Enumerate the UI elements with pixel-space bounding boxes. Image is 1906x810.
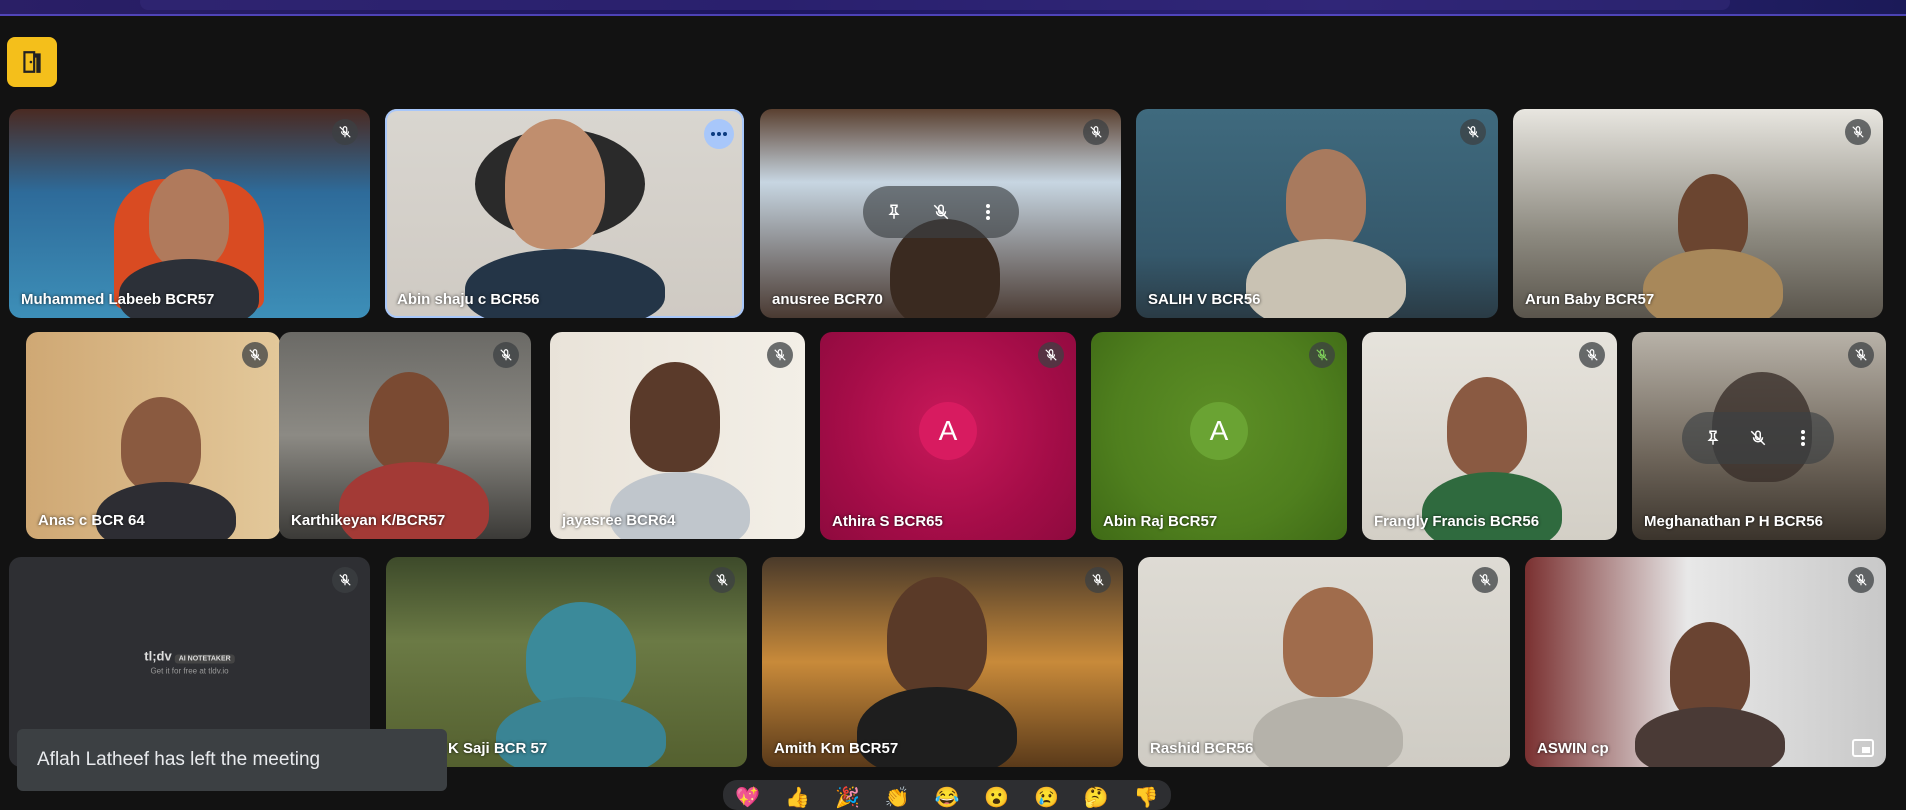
participant-name: Arun Baby BCR57 [1525,291,1655,308]
participant-name: Meghanathan P H BCR56 [1644,513,1823,530]
reaction-heart[interactable]: 💖 [735,788,760,808]
participant-name: anusree BCR70 [772,291,883,308]
mic-off-icon [1472,567,1498,593]
mic-off-icon [332,567,358,593]
participant-name: Frangly Francis BCR56 [1374,513,1540,530]
reaction-surprised[interactable]: 😮 [984,788,1009,808]
mic-off-icon[interactable] [1742,422,1774,454]
mic-off-icon [1038,342,1064,368]
participant-name: Abin shaju c BCR56 [397,291,540,308]
participant-name: ASWIN cp [1537,740,1609,757]
tldv-logo: tl;dv AI NOTETAKER [144,649,235,664]
participant-tile[interactable]: anusree BCR70 [760,109,1121,318]
mic-off-icon [1845,119,1871,145]
mic-off-icon [1085,567,1111,593]
participant-tile[interactable]: A Athira S BCR65 [820,332,1076,540]
mic-off-icon [1309,342,1335,368]
participant-tile[interactable]: Meghanathan P H BCR56 [1632,332,1886,540]
reaction-thumbs-up[interactable]: 👍 [785,788,810,808]
pin-icon[interactable] [878,196,910,228]
picture-in-picture-icon[interactable] [1852,739,1874,757]
tile-hover-controls [1682,412,1834,464]
avatar-initial: A [1209,415,1229,446]
reaction-party[interactable]: 🎉 [835,788,860,808]
mic-off-icon [1848,342,1874,368]
tile-hover-controls [863,186,1019,238]
mic-off-icon [1083,119,1109,145]
top-banner [0,0,1906,16]
mic-off-icon [709,567,735,593]
participant-tile[interactable]: SALIH V BCR56 [1136,109,1498,318]
avatar: A [919,402,977,460]
participant-tile[interactable]: Karthikeyan K/BCR57 [279,332,531,539]
participant-tile[interactable]: A Abin Raj BCR57 [1091,332,1347,540]
notification-toast: Aflah Latheef has left the meeting [17,729,447,791]
participant-name: Abin Raj BCR57 [1103,513,1218,530]
reaction-thinking[interactable]: 🤔 [1084,788,1109,808]
reactions-bar: 💖 👍 🎉 👏 😂 😮 😢 🤔 👎 [723,780,1171,810]
participant-name: Rashid BCR56 [1150,740,1254,757]
mic-off-icon [767,342,793,368]
pin-icon[interactable] [1697,422,1729,454]
more-options-icon [711,132,727,136]
participant-tile[interactable]: Amith Km BCR57 [762,557,1123,767]
exit-door-button[interactable] [7,37,57,87]
tldv-subtitle: Get it for free at tldv.io [150,666,229,676]
more-options-icon[interactable] [972,196,1004,228]
participant-name: SALIH V BCR56 [1148,291,1261,308]
participant-name: Athira S BCR65 [832,513,943,530]
avatar-initial: A [938,415,958,446]
mic-off-icon [1460,119,1486,145]
reaction-thumbs-down[interactable]: 👎 [1134,788,1159,808]
reaction-sad[interactable]: 😢 [1034,788,1059,808]
door-exit-icon [23,51,41,73]
participant-name: jayasree BCR64 [562,512,676,529]
participant-name: K Saji BCR 57 [448,740,548,757]
participant-tile[interactable]: Muhammed Labeeb BCR57 [9,109,370,318]
participant-tile[interactable]: Anas c BCR 64 [26,332,280,539]
more-options-icon[interactable] [1787,422,1819,454]
participant-tile[interactable]: Arun Baby BCR57 [1513,109,1883,318]
top-banner-divider [0,14,1906,16]
mic-off-icon [493,342,519,368]
participant-name: Muhammed Labeeb BCR57 [21,291,215,308]
more-options-button[interactable] [704,119,734,149]
participant-tile-active[interactable]: Abin shaju c BCR56 [385,109,744,318]
mic-off-icon [332,119,358,145]
avatar: A [1190,402,1248,460]
mic-off-icon [242,342,268,368]
mic-off-icon [1579,342,1605,368]
participant-name: Amith Km BCR57 [774,740,899,757]
top-banner-search [140,0,1730,10]
participant-name: Karthikeyan K/BCR57 [291,512,446,529]
mic-off-icon [1848,567,1874,593]
mic-off-icon[interactable] [925,196,957,228]
reaction-clap[interactable]: 👏 [885,788,910,808]
reaction-laugh[interactable]: 😂 [934,788,959,808]
participant-name: Anas c BCR 64 [38,512,145,529]
tldv-notetaker-card: tl;dv AI NOTETAKER Get it for free at tld… [144,649,235,676]
participant-tile[interactable]: jayasree BCR64 [550,332,805,539]
participant-tile[interactable]: Frangly Francis BCR56 [1362,332,1617,540]
participant-tile[interactable]: Rashid BCR56 [1138,557,1510,767]
participant-tile[interactable]: ASWIN cp [1525,557,1886,767]
